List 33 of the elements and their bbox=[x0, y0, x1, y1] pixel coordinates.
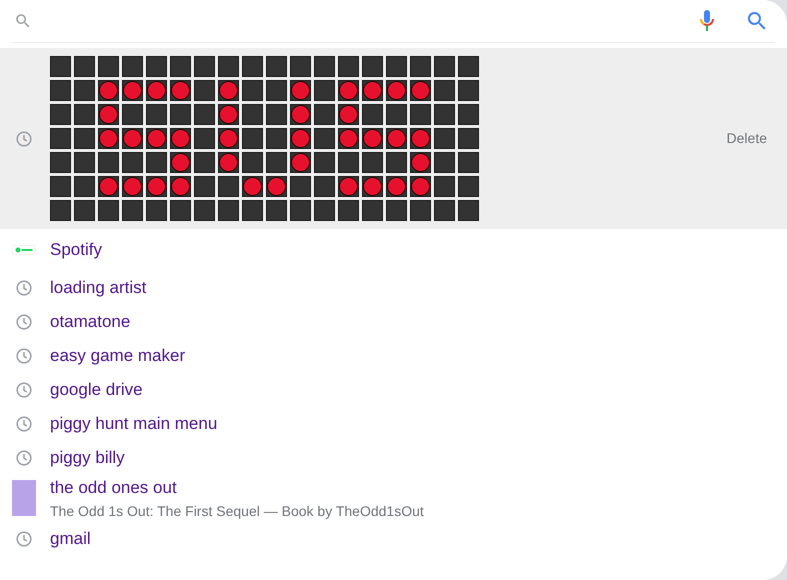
logo-icon bbox=[12, 245, 36, 255]
clock-icon bbox=[16, 382, 32, 398]
suggestion-row[interactable]: Spotify bbox=[0, 229, 787, 271]
clock-icon bbox=[16, 348, 32, 364]
clock-icon bbox=[16, 416, 32, 432]
suggestion-row[interactable]: easy game maker bbox=[0, 339, 787, 373]
suggestion-subtitle: The Odd 1s Out: The First Sequel — Book by TheOdd1sOut bbox=[50, 502, 424, 521]
clock-icon bbox=[16, 530, 32, 546]
suggestion-row[interactable]: otamatone bbox=[0, 305, 787, 339]
suggestion-row[interactable]: google drive bbox=[0, 373, 787, 407]
suggestion-row[interactable]: gmail bbox=[0, 522, 787, 556]
suggestion-text: piggy billy bbox=[50, 447, 125, 470]
clock-icon bbox=[16, 450, 32, 466]
clock-icon bbox=[16, 130, 32, 146]
microphone-icon[interactable] bbox=[699, 9, 715, 33]
suggestion-text: Spotify bbox=[50, 239, 102, 262]
suggestion-row[interactable]: Delete bbox=[0, 48, 787, 229]
book-cover-placeholder bbox=[12, 480, 36, 516]
suggestion-text: the odd ones out bbox=[50, 477, 178, 499]
clock-icon bbox=[16, 314, 32, 330]
suggestion-text: easy game maker bbox=[50, 345, 186, 368]
clock-icon bbox=[16, 280, 32, 296]
delete-button[interactable]: Delete bbox=[726, 128, 767, 149]
suggestion-text: gmail bbox=[50, 528, 91, 550]
suggestion-text: piggy hunt main menu bbox=[50, 413, 218, 436]
suggestion-text: loading artist bbox=[50, 277, 146, 300]
suggestion-row[interactable]: loading artist bbox=[0, 271, 787, 305]
suggestion-row[interactable]: piggy billy bbox=[0, 441, 787, 475]
search-icon bbox=[14, 12, 32, 30]
suggestion-row[interactable]: piggy hunt main menu bbox=[0, 407, 787, 441]
suggestion-text: otamatone bbox=[50, 311, 130, 334]
suggestion-text: google drive bbox=[50, 379, 143, 402]
suggestion-row[interactable]: the odd ones out The Odd 1s Out: The First Sequel — Book by TheOdd1sOut bbox=[0, 475, 787, 522]
